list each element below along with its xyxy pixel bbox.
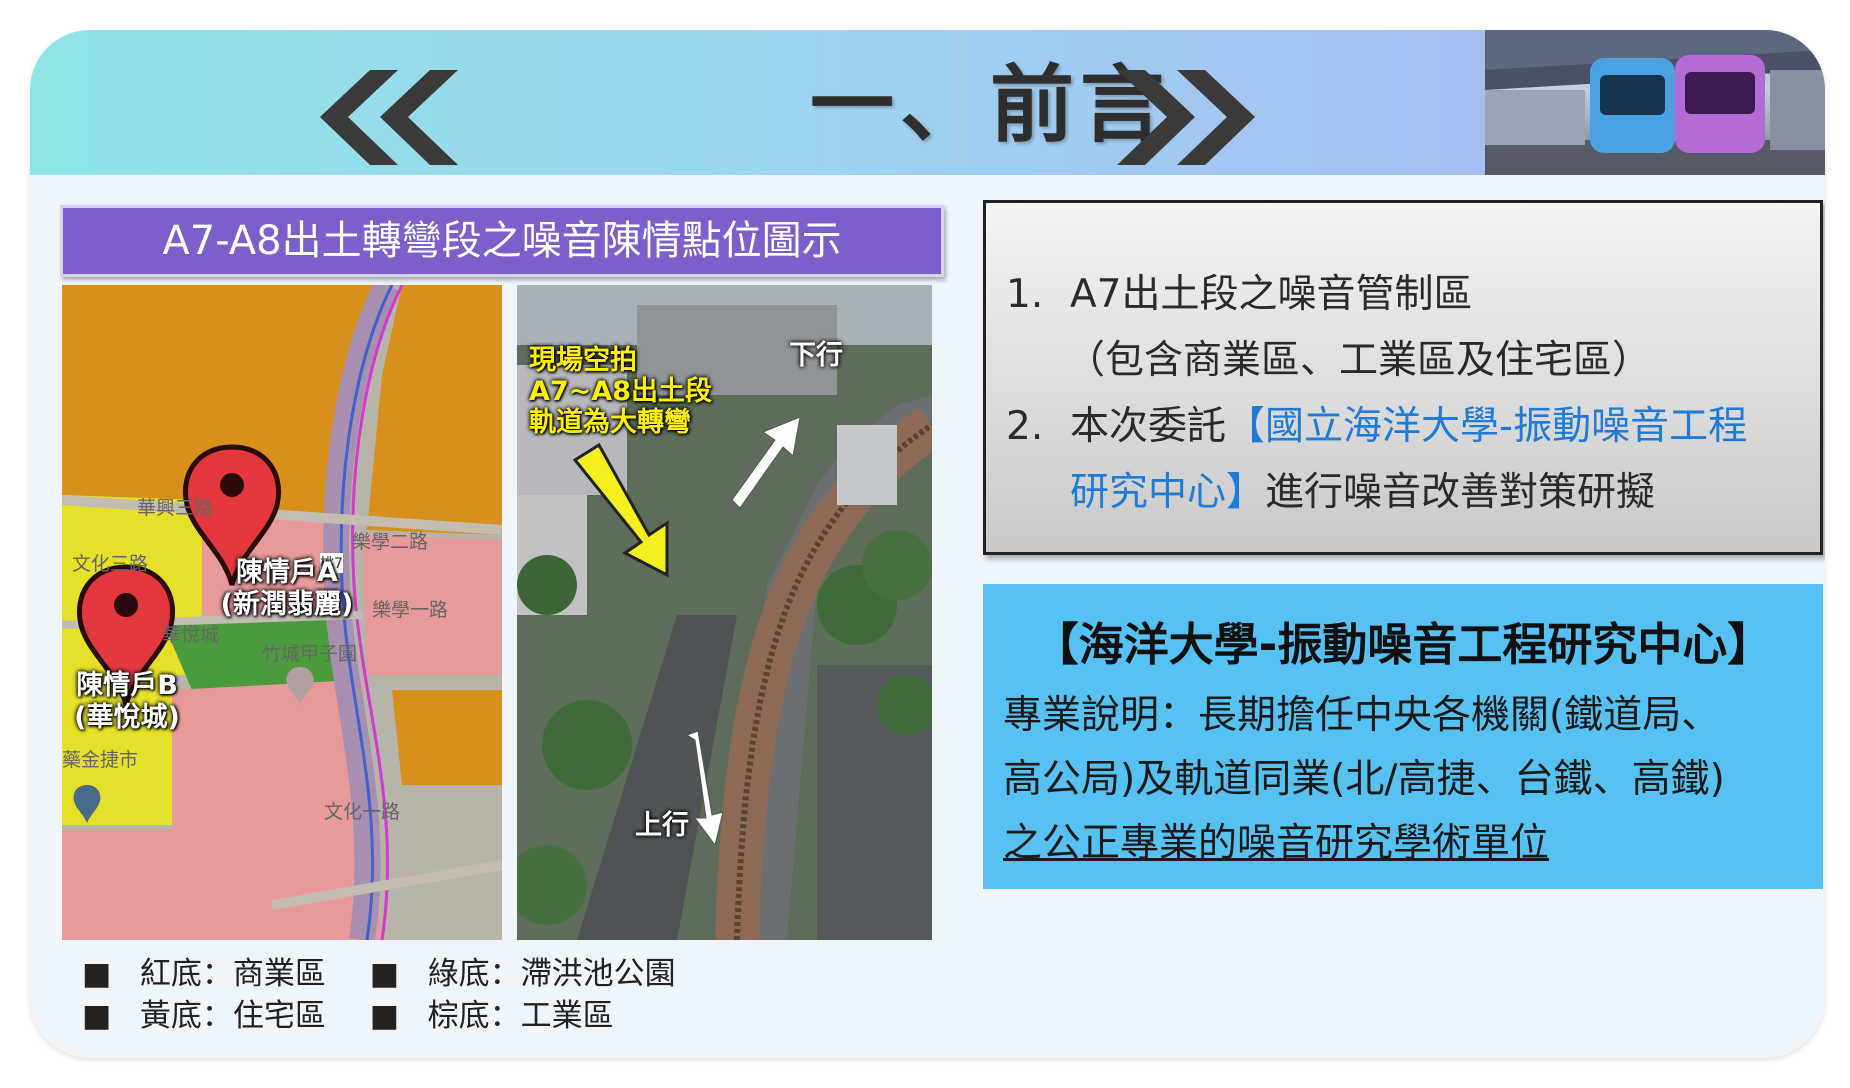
chevron-right-icon [1117, 70, 1255, 165]
list-item-continuation: 研究中心】進行噪音改善對策研擬 [1070, 461, 1655, 517]
metro-station-label: 藥金捷市 [62, 749, 139, 771]
legend-item: 黃底：住宅區 [139, 998, 326, 1034]
slide: 一、前言 A7-A8出土轉彎段之噪音陳情點位圖示 華興三路 文化三路 樂學二路 … [30, 30, 1825, 1058]
list-number: 1. [1006, 272, 1044, 317]
legend-bullet: ■ [369, 956, 400, 992]
street-label: 竹城甲子園 [262, 643, 358, 665]
down-direction-label: 下行 [789, 340, 843, 371]
legend-bullet: ■ [369, 998, 400, 1034]
noise-control-box: 1. A7出土段之噪音管制區 （包含商業區、工業區及住宅區） 2. 本次委託【國立海… [983, 200, 1823, 555]
research-center-title: 【海洋大學-振動噪音工程研究中心】 [1033, 618, 1773, 671]
highlight-text: 【國立海洋大學-振動噪音工程 [1226, 404, 1748, 449]
list-text: 進行噪音改善對策研擬 [1265, 470, 1656, 515]
description-line: 之公正專業的噪音研究學術單位 [1003, 821, 1550, 866]
list-text: 本次委託 [1070, 404, 1227, 449]
figure-caption: A7-A8出土轉彎段之噪音陳情點位圖示 [60, 205, 944, 277]
map-legend: ■ 紅底：商業區 ■ 綠底：滯洪池公園 ■ 黃底：住宅區 ■ 棕底：工業區 [82, 953, 676, 1037]
up-direction-label: 上行 [635, 810, 689, 841]
street-label: 文化三路 [72, 553, 149, 575]
research-center-description: 專業說明：長期擔任中央各機關(鐵道局、 高公局)及軌道同業(北/高捷、台鐵、高鐵… [1003, 684, 1813, 876]
street-label: 樂學二路 [352, 531, 429, 553]
header-band: 一、前言 [30, 30, 1825, 175]
chevron-left-icon [320, 70, 458, 165]
aerial-caption-line: 現場空拍 [529, 345, 637, 376]
aerial-caption: 現場空拍 A7~A8出土段 軌道為大轉彎 [529, 345, 712, 438]
list-item: 1. A7出土段之噪音管制區 [1006, 263, 1473, 319]
description-line: 高公局)及軌道同業(北/高捷、台鐵、高鐵) [1003, 757, 1725, 802]
pin-b-building: (華悅城) [74, 702, 180, 733]
pin-b-label: 陳情戶B (華悅城) [67, 670, 187, 734]
pin-a-name: 陳情戶A [236, 557, 338, 588]
list-item: 2. 本次委託【國立海洋大學-振動噪音工程 [1006, 395, 1747, 451]
aerial-caption-line: A7~A8出土段 [529, 376, 712, 407]
list-text: A7出土段之噪音管制區 [1070, 272, 1473, 317]
aerial-caption-line: 軌道為大轉彎 [529, 407, 691, 438]
legend-item: 紅底：商業區 [139, 956, 326, 992]
left-panel: A7-A8出土轉彎段之噪音陳情點位圖示 華興三路 文化三路 樂學二路 竹城甲子園… [42, 205, 967, 1055]
list-sub-item: （包含商業區、工業區及住宅區） [1066, 338, 1652, 383]
aerial-photo: 現場空拍 A7~A8出土段 軌道為大轉彎 下行 上行 [517, 285, 932, 940]
legend-item: 綠底：滯洪池公園 [427, 956, 676, 992]
metro-trains-photo [1485, 30, 1825, 175]
legend-item: 棕底：工業區 [427, 998, 614, 1034]
zoning-map: 華興三路 文化三路 樂學二路 竹城甲子園 樂學一路 文化一路 華悅城 桃7 藥金… [62, 285, 502, 940]
highlight-text: 研究中心】 [1070, 470, 1266, 515]
legend-bullet: ■ [82, 956, 112, 992]
research-center-box: 【海洋大學-振動噪音工程研究中心】 專業說明：長期擔任中央各機關(鐵道局、 高公… [983, 584, 1823, 889]
street-label: 華悅城 [162, 624, 220, 646]
pin-a-label: 陳情戶A (新潤翡麗) [212, 557, 362, 621]
pin-b-name: 陳情戶B [76, 670, 178, 701]
street-label: 文化一路 [324, 801, 401, 823]
list-number: 2. [1006, 404, 1044, 449]
pin-a-building: (新潤翡麗) [220, 589, 354, 620]
street-label: 樂學一路 [372, 599, 449, 621]
street-label: 華興三路 [137, 497, 214, 519]
description-line: 專業說明：長期擔任中央各機關(鐵道局、 [1003, 693, 1721, 738]
legend-bullet: ■ [82, 998, 112, 1034]
